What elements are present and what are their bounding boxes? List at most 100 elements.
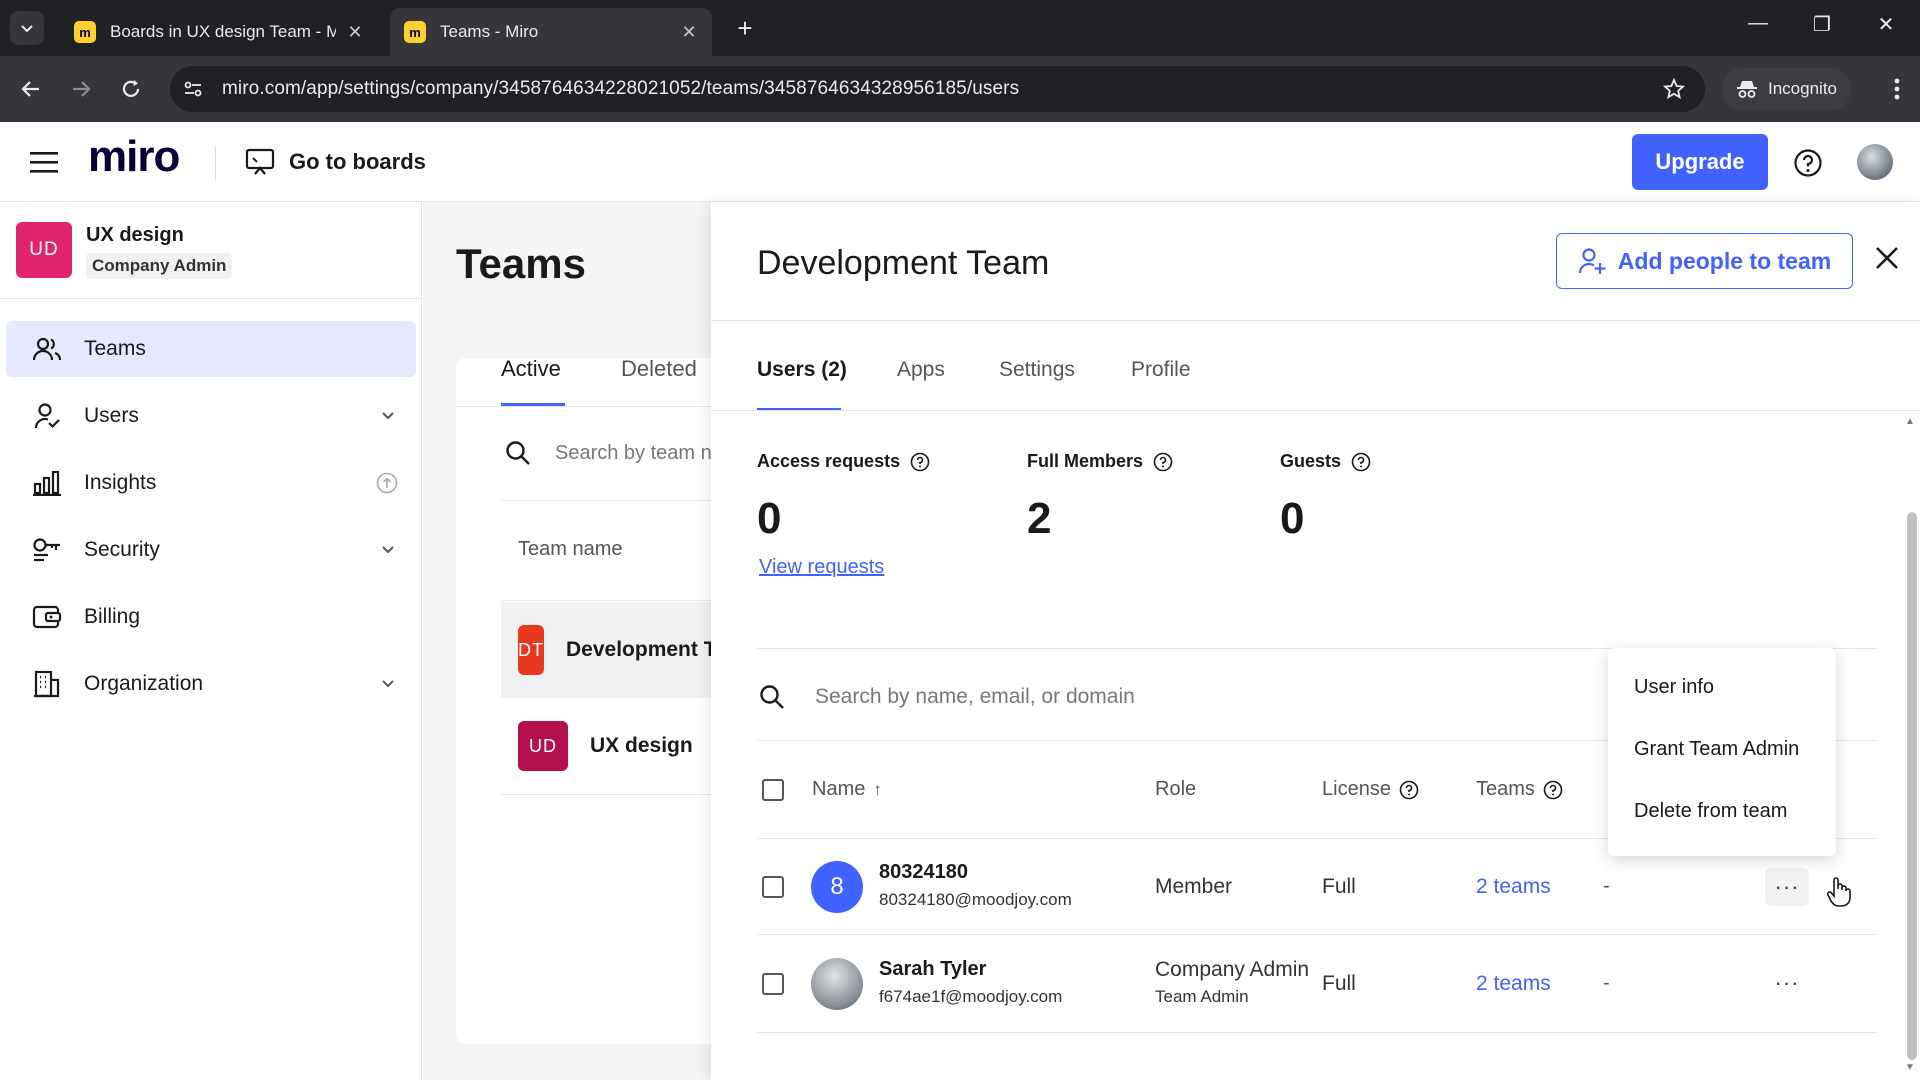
sidebar-item-teams[interactable]: Teams — [6, 321, 416, 377]
url-bar[interactable]: miro.com/app/settings/company/3458764634… — [170, 66, 1705, 112]
team-details-drawer: Development Team Add people to team User… — [711, 202, 1920, 1080]
new-tab-icon[interactable]: + — [730, 13, 760, 44]
tab-users[interactable]: Users (2) — [757, 358, 847, 382]
user-role[interactable]: Company Admin — [1155, 958, 1309, 982]
org-role-badge: Company Admin — [86, 253, 233, 279]
user-name: 80324180 — [879, 861, 968, 883]
browser-tabstrip: m Boards in UX design Team - Miro ✕ m Te… — [0, 0, 1920, 56]
column-header-teams[interactable]: Teams — [1476, 778, 1563, 801]
bookmark-star-icon[interactable] — [1663, 78, 1685, 100]
help-icon[interactable] — [1793, 148, 1823, 178]
user-search-placeholder: Search by name, email, or domain — [815, 685, 1135, 708]
scroll-up-icon[interactable]: ▲ — [1905, 416, 1915, 427]
tab-title: Teams - Miro — [440, 22, 539, 41]
close-tab-icon[interactable]: ✕ — [346, 22, 364, 43]
menu-item-user-info[interactable]: User info — [1634, 676, 1714, 699]
go-to-boards-label: Go to boards — [289, 149, 426, 174]
help-icon[interactable] — [1543, 780, 1563, 800]
more-options-button[interactable]: ··· — [1765, 964, 1809, 1002]
tab-deleted[interactable]: Deleted — [621, 356, 697, 382]
add-people-label: Add people to team — [1617, 247, 1832, 274]
user-role[interactable]: Member — [1155, 875, 1232, 899]
menu-item-delete-from-team[interactable]: Delete from team — [1634, 800, 1787, 823]
tab-settings[interactable]: Settings — [999, 358, 1075, 382]
column-header-team-name[interactable]: Team name — [518, 538, 623, 561]
browser-tab-teams[interactable]: m Teams - Miro ✕ — [390, 8, 712, 56]
board-icon — [245, 148, 275, 175]
user-search-input[interactable]: Search by name, email, or domain — [759, 684, 1135, 710]
upgrade-button[interactable]: Upgrade — [1632, 134, 1768, 190]
team-badge: DT — [518, 625, 544, 675]
select-all-checkbox[interactable] — [762, 779, 784, 801]
close-drawer-icon[interactable] — [1874, 245, 1900, 271]
chevron-down-icon — [382, 412, 394, 420]
menu-item-grant-team-admin[interactable]: Grant Team Admin — [1634, 738, 1799, 761]
tab-search-button[interactable] — [10, 11, 44, 45]
page-title: Teams — [456, 240, 586, 287]
stat-guests-label: Guests — [1280, 451, 1371, 472]
sidebar-item-billing[interactable]: Billing — [6, 589, 416, 645]
miro-favicon-icon: m — [74, 21, 96, 43]
reload-icon[interactable] — [116, 74, 146, 104]
sidebar-item-security[interactable]: Security — [6, 522, 416, 578]
search-icon — [760, 685, 784, 709]
user-teams-link[interactable]: 2 teams — [1476, 875, 1551, 899]
user-name: Sarah Tyler — [879, 958, 987, 980]
sidebar-item-label: Billing — [84, 605, 141, 628]
row-checkbox[interactable] — [762, 973, 784, 995]
view-requests-link[interactable]: View requests — [759, 556, 884, 579]
user-license: Full — [1322, 972, 1356, 995]
browser-tab-boards[interactable]: m Boards in UX design Team - Miro ✕ — [60, 8, 378, 56]
close-window-icon[interactable]: ✕ — [1866, 12, 1906, 37]
scroll-down-icon[interactable]: ▼ — [1905, 1062, 1915, 1073]
sidebar-divider — [0, 298, 422, 299]
scrollbar-thumb[interactable] — [1907, 512, 1917, 1060]
tab-profile[interactable]: Profile — [1131, 358, 1191, 382]
security-key-icon — [30, 533, 64, 567]
user-teams-link[interactable]: 2 teams — [1476, 972, 1551, 996]
help-icon[interactable] — [1153, 452, 1173, 472]
browser-address-bar: miro.com/app/settings/company/3458764634… — [0, 56, 1920, 122]
column-header-role[interactable]: Role — [1155, 778, 1196, 801]
sidebar-item-insights[interactable]: Insights — [6, 455, 416, 511]
sidebar-item-users[interactable]: Users — [6, 388, 416, 444]
miro-logo[interactable]: miro — [88, 132, 180, 182]
column-header-name[interactable]: Name ↑ — [812, 778, 882, 801]
hamburger-menu-icon[interactable] — [30, 150, 58, 174]
stat-access-requests-label: Access requests — [757, 451, 930, 472]
stat-guests-value: 0 — [1280, 494, 1305, 543]
browser-menu-icon[interactable] — [1894, 78, 1900, 100]
close-tab-icon[interactable]: ✕ — [680, 22, 698, 43]
insights-icon — [30, 466, 64, 500]
help-icon[interactable] — [1399, 780, 1419, 800]
add-user-icon — [1578, 248, 1606, 274]
user-extra: - — [1603, 875, 1610, 897]
org-badge: UD — [16, 222, 72, 278]
back-icon[interactable] — [16, 74, 46, 104]
incognito-indicator[interactable]: Incognito — [1722, 68, 1851, 110]
help-icon[interactable] — [1351, 452, 1371, 472]
site-settings-icon[interactable] — [182, 78, 212, 100]
restore-icon[interactable]: ❐ — [1802, 12, 1842, 37]
go-to-boards-button[interactable]: Go to boards — [245, 148, 426, 176]
more-options-button[interactable]: ··· — [1765, 868, 1809, 906]
url-text: miro.com/app/settings/company/3458764634… — [222, 78, 1020, 99]
minimize-icon[interactable]: — — [1738, 12, 1778, 35]
upgrade-info-icon[interactable] — [376, 472, 398, 494]
column-header-license[interactable]: License — [1322, 778, 1419, 801]
add-people-to-team-button[interactable]: Add people to team — [1556, 233, 1853, 289]
sidebar-item-label: Security — [84, 538, 160, 561]
chevron-down-icon — [382, 546, 394, 554]
tab-apps[interactable]: Apps — [897, 358, 945, 382]
org-name: UX design — [86, 224, 184, 246]
tab-active[interactable]: Active — [501, 356, 561, 382]
user-avatar[interactable] — [1857, 144, 1893, 180]
org-switcher[interactable]: UD UX design Company Admin — [16, 222, 233, 279]
incognito-label: Incognito — [1768, 79, 1837, 98]
help-icon[interactable] — [910, 452, 930, 472]
user-email: 80324180@moodjoy.com — [879, 890, 1072, 909]
miro-favicon-icon: m — [404, 21, 426, 43]
sidebar-item-organization[interactable]: Organization — [6, 656, 416, 712]
forward-icon[interactable] — [66, 74, 96, 104]
row-checkbox[interactable] — [762, 876, 784, 898]
